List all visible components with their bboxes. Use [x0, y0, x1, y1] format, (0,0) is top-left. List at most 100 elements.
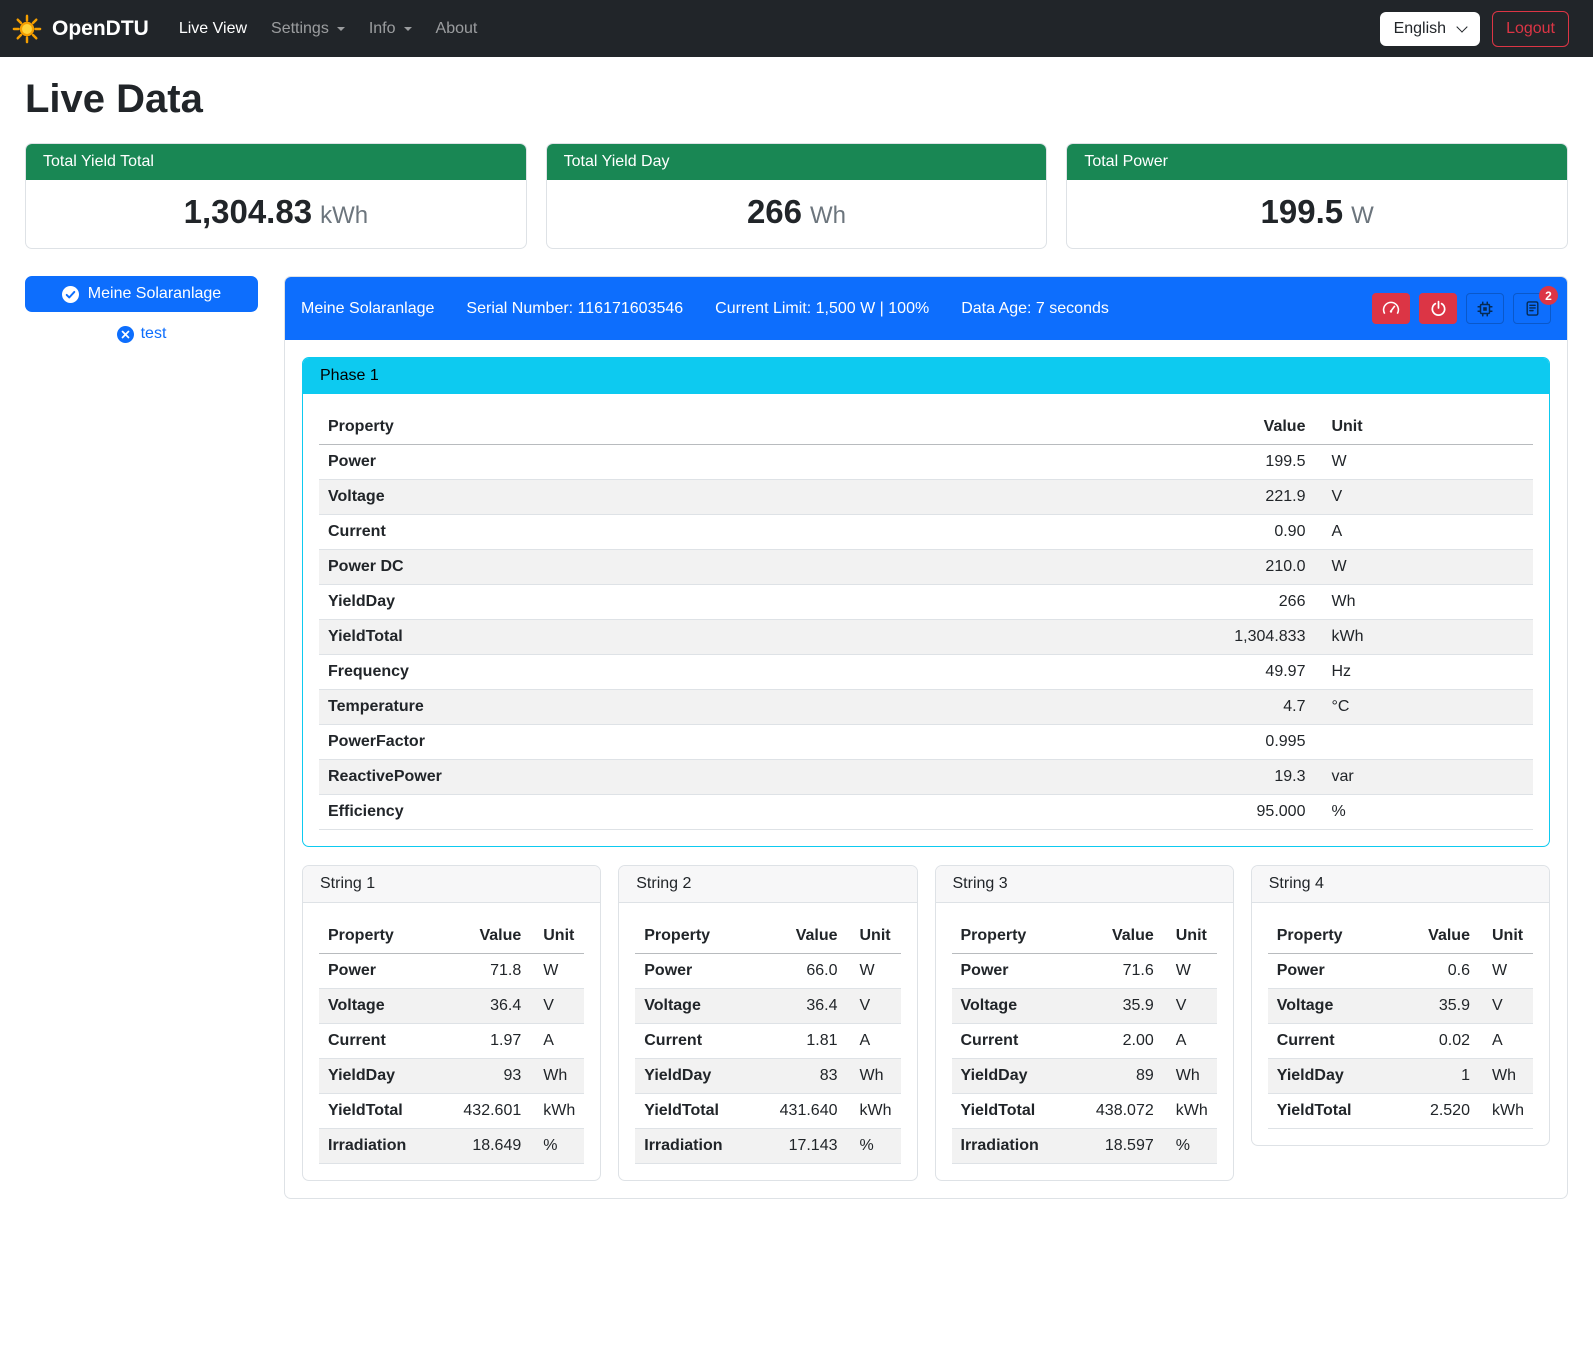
brand-label: OpenDTU	[52, 17, 149, 41]
table-row: Power DC 210.0 W	[319, 550, 1533, 585]
table-row: Current 1.97 A	[319, 1024, 584, 1059]
sidebar-item-test[interactable]: test	[117, 325, 167, 343]
table-header-row: Property Value Unit	[319, 410, 1533, 445]
table-row: YieldDay 1 Wh	[1268, 1059, 1533, 1094]
row-property: YieldDay	[1268, 1059, 1410, 1094]
row-property: YieldTotal	[319, 1094, 454, 1129]
row-value: 1,304.833	[1120, 620, 1314, 655]
column-unit: Unit	[1163, 919, 1217, 954]
row-property: Power	[635, 954, 770, 989]
row-value: 83	[771, 1059, 847, 1094]
column-value: Value	[1087, 919, 1163, 954]
phase-1-card: Phase 1 Property Value Unit	[302, 357, 1550, 847]
row-value: 431.640	[771, 1094, 847, 1129]
table-header-row: Property Value Unit	[952, 919, 1217, 954]
nav-info[interactable]: Info	[361, 12, 420, 46]
table-row: Power 199.5 W	[319, 445, 1533, 480]
row-property: Voltage	[1268, 989, 1410, 1024]
row-value: 66.0	[771, 954, 847, 989]
row-property: Current	[1268, 1024, 1410, 1059]
current-limit: Current Limit: 1,500 W | 100%	[715, 300, 929, 318]
logout-button[interactable]: Logout	[1492, 11, 1569, 47]
row-property: YieldTotal	[319, 620, 1120, 655]
navbar-right: English Logout	[1380, 11, 1569, 47]
row-value: 1.97	[454, 1024, 530, 1059]
table-row: PowerFactor 0.995	[319, 725, 1533, 760]
row-property: Voltage	[319, 989, 454, 1024]
row-property: Efficiency	[319, 795, 1120, 830]
row-property: Power	[952, 954, 1087, 989]
row-value: 0.995	[1120, 725, 1314, 760]
row-unit: W	[1479, 954, 1533, 989]
card-title: Total Yield Total	[26, 144, 526, 180]
table-row: Current 1.81 A	[635, 1024, 900, 1059]
table-row: Current 2.00 A	[952, 1024, 1217, 1059]
row-property: Temperature	[319, 690, 1120, 725]
cpu-icon	[1476, 300, 1494, 318]
row-property: Current	[635, 1024, 770, 1059]
row-unit: %	[847, 1129, 901, 1164]
row-property: ReactivePower	[319, 760, 1120, 795]
row-value: 49.97	[1120, 655, 1314, 690]
row-unit: Wh	[530, 1059, 584, 1094]
column-value: Value	[1120, 410, 1314, 445]
row-unit: kWh	[1479, 1094, 1533, 1129]
row-unit: Hz	[1314, 655, 1533, 690]
device-info-button[interactable]	[1466, 293, 1504, 324]
row-value: 221.9	[1120, 480, 1314, 515]
sidebar-item-meine-solaranlage[interactable]: Meine Solaranlage	[25, 276, 258, 312]
string-table-body: Power 71.8 W Voltage 36.4 V	[319, 954, 584, 1164]
summary-cards-row: Total Yield Total 1,304.83kWh Total Yiel…	[25, 143, 1568, 249]
phase-title: Phase 1	[303, 358, 1549, 394]
brand[interactable]: OpenDTU	[12, 14, 149, 44]
row-unit: kWh	[530, 1094, 584, 1129]
table-row: Voltage 35.9 V	[952, 989, 1217, 1024]
nav-settings[interactable]: Settings	[263, 12, 353, 46]
table-row: YieldDay 83 Wh	[635, 1059, 900, 1094]
row-unit: kWh	[1163, 1094, 1217, 1129]
row-value: 0.02	[1410, 1024, 1479, 1059]
page-title: Live Data	[25, 77, 1568, 122]
table-row: Power 0.6 W	[1268, 954, 1533, 989]
row-value: 199.5	[1120, 445, 1314, 480]
inverter-panel-body: Phase 1 Property Value Unit	[285, 340, 1567, 1198]
nav-live-view[interactable]: Live View	[171, 12, 255, 46]
row-property: PowerFactor	[319, 725, 1120, 760]
row-value: 1.81	[771, 1024, 847, 1059]
row-value: 71.8	[454, 954, 530, 989]
card-title: Total Power	[1067, 144, 1567, 180]
inverter-name: Meine Solaranlage	[301, 300, 434, 318]
power-toggle-button[interactable]	[1419, 293, 1457, 324]
row-value: 438.072	[1087, 1094, 1163, 1129]
table-row: YieldTotal 2.520 kWh	[1268, 1094, 1533, 1129]
table-header-row: Property Value Unit	[1268, 919, 1533, 954]
column-unit: Unit	[1314, 410, 1533, 445]
table-row: YieldDay 266 Wh	[319, 585, 1533, 620]
row-property: Frequency	[319, 655, 1120, 690]
nav-about[interactable]: About	[428, 12, 486, 46]
nav-links: Live View Settings Info About	[171, 12, 494, 46]
limit-settings-button[interactable]	[1372, 293, 1410, 324]
gauge-icon	[1382, 300, 1400, 318]
string-title: String 2	[619, 866, 916, 903]
chevron-down-icon	[337, 27, 345, 31]
card-value: 1,304.83	[184, 193, 312, 230]
table-row: Temperature 4.7 °C	[319, 690, 1533, 725]
phase-table-body: Power 199.5 W Voltage 221.9 V	[319, 445, 1533, 830]
row-property: YieldTotal	[1268, 1094, 1410, 1129]
table-row: YieldTotal 438.072 kWh	[952, 1094, 1217, 1129]
column-property: Property	[1268, 919, 1410, 954]
row-unit: Wh	[1314, 585, 1533, 620]
language-select[interactable]: English	[1380, 12, 1480, 46]
string-title: String 3	[936, 866, 1233, 903]
row-unit: V	[1314, 480, 1533, 515]
row-property: YieldDay	[952, 1059, 1087, 1094]
row-property: Power	[319, 954, 454, 989]
string-table-body: Power 71.6 W Voltage 35.9 V	[952, 954, 1217, 1164]
table-row: YieldTotal 431.640 kWh	[635, 1094, 900, 1129]
string-2-card: String 2 Property Value Unit	[618, 865, 917, 1181]
event-log-button[interactable]: 2	[1513, 293, 1551, 324]
row-value: 71.6	[1087, 954, 1163, 989]
string-table-body: Power 66.0 W Voltage 36.4 V	[635, 954, 900, 1164]
column-property: Property	[635, 919, 770, 954]
